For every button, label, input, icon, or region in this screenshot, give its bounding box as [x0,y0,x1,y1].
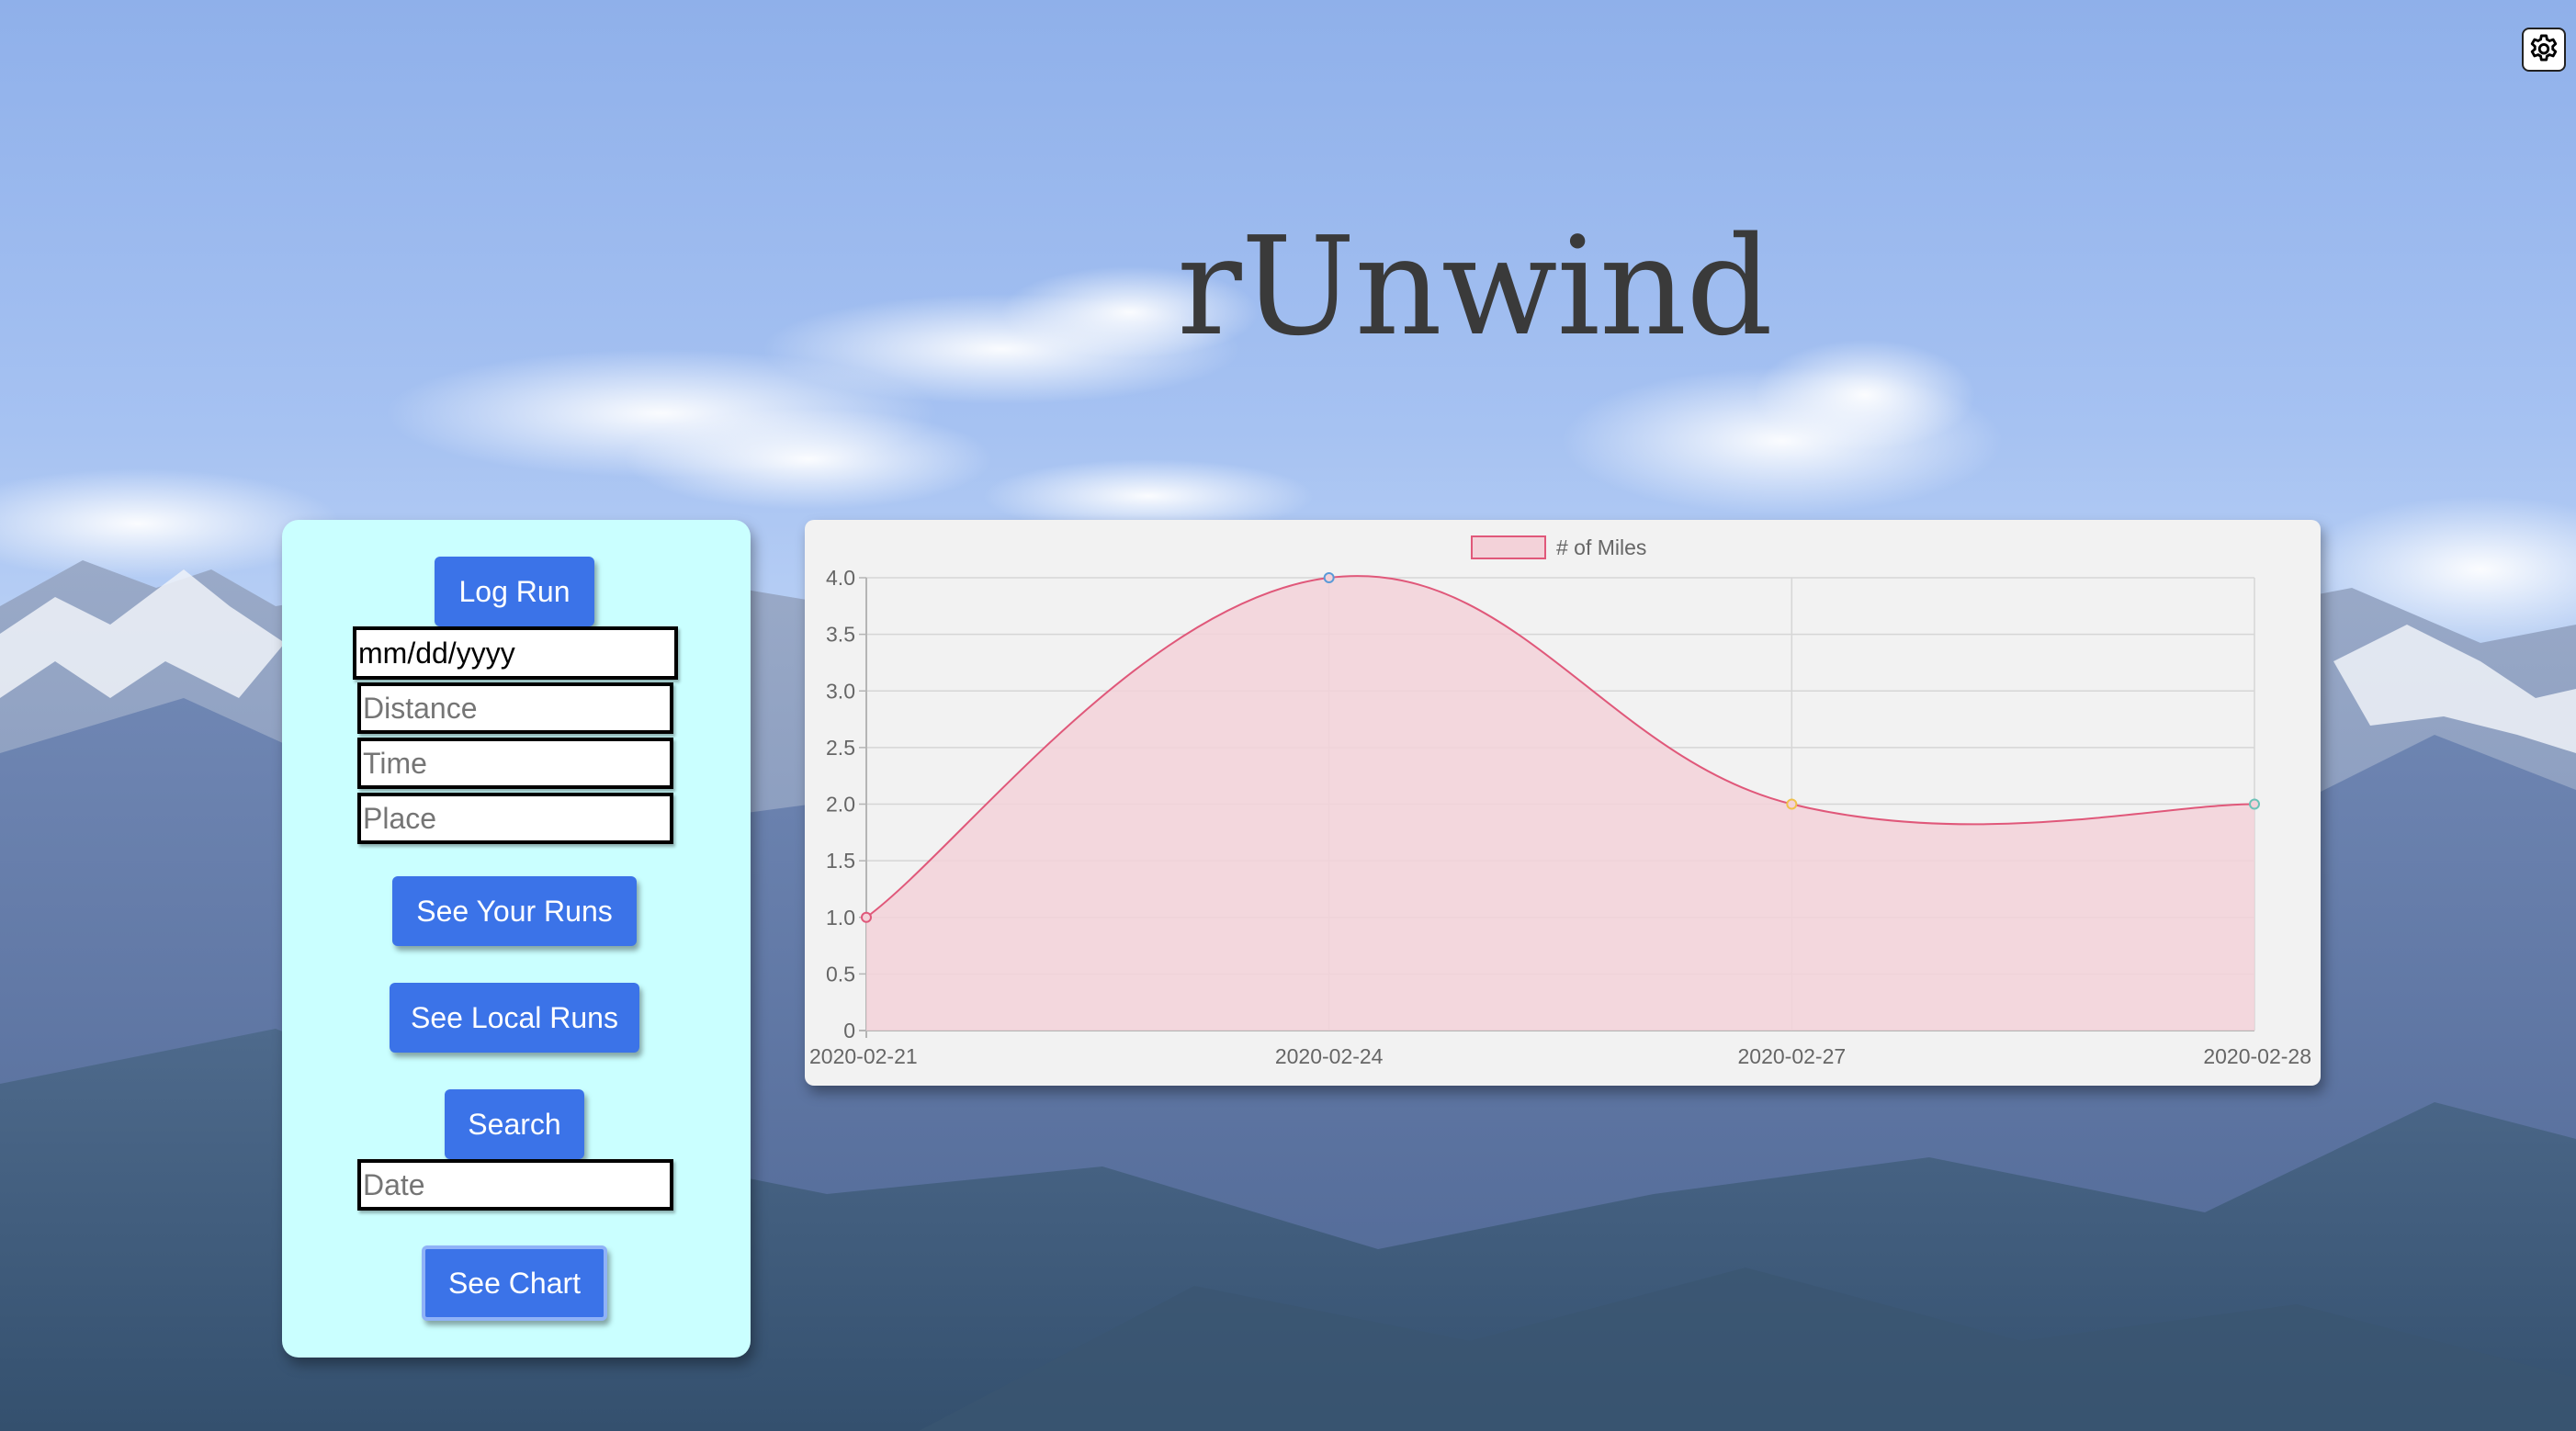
y-tick-label: 4.0 [826,566,855,590]
y-tick-label: 2.5 [826,736,855,760]
see-chart-button[interactable]: See Chart [422,1245,607,1321]
gear-icon [2530,34,2558,62]
series-fill [866,576,2254,1031]
page-title: rUnwind [1177,208,1773,366]
y-axis-ticks: 0 0.5 1.0 1.5 2.0 2.5 3.0 3.5 4.0 [826,566,866,1042]
run-controls-panel: Log Run See Your Runs See Local Runs Sea… [282,520,751,1358]
y-tick-label: 1.0 [826,906,855,930]
data-point [1786,798,1798,810]
legend-label: # of Miles [1556,535,1646,559]
place-input[interactable] [357,793,673,844]
x-tick-label: 2020-02-24 [1275,1044,1384,1068]
search-button[interactable]: Search [445,1089,584,1159]
y-tick-label: 3.5 [826,623,855,647]
data-point [2249,798,2260,810]
y-tick-label: 3.0 [826,679,855,703]
chart-legend[interactable]: # of Miles [1471,535,1646,559]
distance-input[interactable] [357,682,673,734]
miles-line-chart: 00.51.01.52.02.53.03.54.0 2020-02-21 2020… [809,535,2311,1068]
y-tick-label: 0.5 [826,962,855,986]
chart-area [865,575,2255,1031]
time-input[interactable] [357,738,673,789]
y-tick-label: 1.5 [826,849,855,873]
settings-button[interactable] [2522,28,2566,72]
see-local-runs-button[interactable]: See Local Runs [390,983,639,1053]
x-tick-label: 2020-02-21 [809,1044,918,1068]
legend-swatch [1471,535,1546,559]
miles-chart-card: 0 0.5 1.0 1.5 2.0 2.5 3.0 3.5 4.0 2020-02-21 2020… [805,520,2321,1086]
data-point [861,911,872,923]
see-your-runs-button[interactable]: See Your Runs [392,876,637,946]
y-tick-label: 0 [843,1019,855,1042]
data-point [1323,572,1335,583]
y-tick-label: 2.0 [826,793,855,817]
search-date-input[interactable] [357,1159,673,1211]
x-tick-label: 2020-02-28 [2203,1044,2311,1068]
log-run-button[interactable]: Log Run [435,557,594,626]
run-date-input[interactable] [353,626,678,680]
x-axis-ticks: 2020-02-21 2020-02-24 2020-02-27 2020-02-28 [809,1044,2311,1068]
x-tick-label: 2020-02-27 [1738,1044,1847,1068]
